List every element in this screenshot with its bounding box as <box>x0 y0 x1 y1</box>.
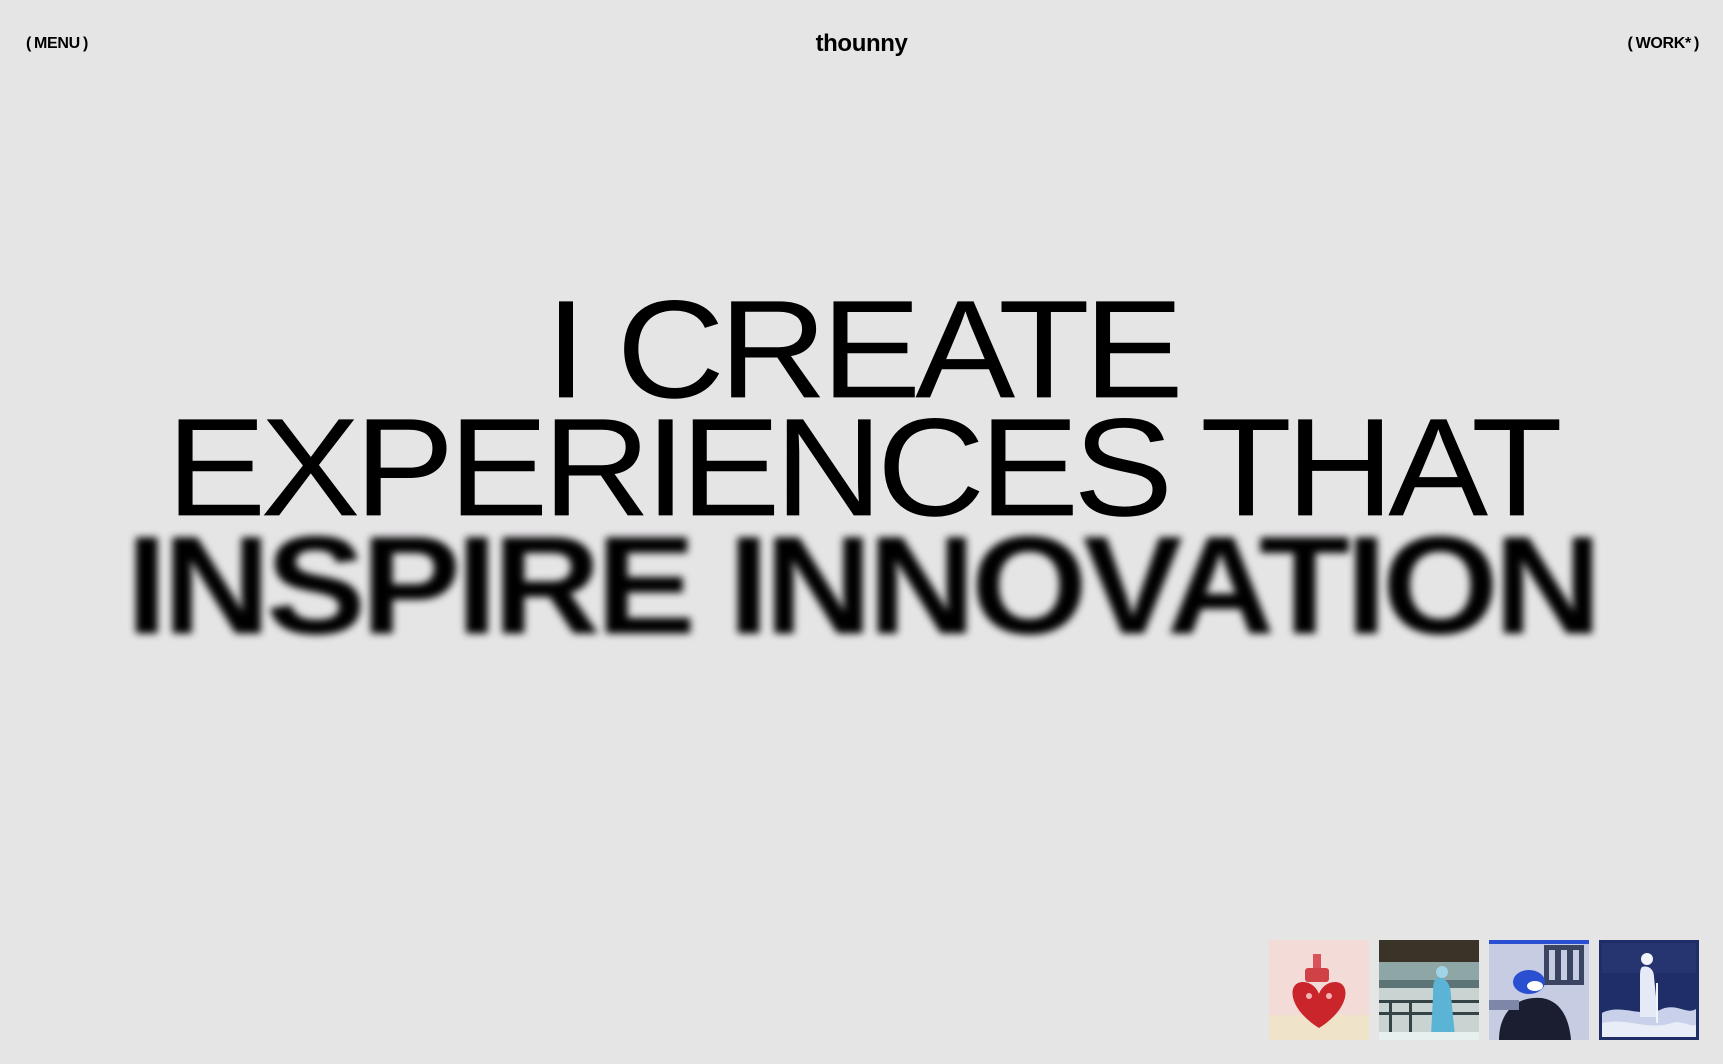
hero-line-2: EXPERIENCES THAT <box>166 388 1562 546</box>
hero-heading: I CREATE EXPERIENCES THAT INSPIRE INNOVA… <box>0 270 1723 664</box>
work-label: WORK* <box>1635 35 1692 52</box>
standing-figure-night-image <box>1602 943 1696 1037</box>
thumbnail-figure-with-blue-helmet[interactable] <box>1489 940 1589 1040</box>
work-close-paren: ) <box>1693 35 1699 52</box>
project-thumbnails <box>1269 940 1699 1040</box>
work-button[interactable]: (WORK*) <box>1627 34 1700 54</box>
figure-with-blue-helmet-image <box>1489 940 1589 1040</box>
hero-line-3: INSPIRE INNOVATION <box>125 506 1602 664</box>
thumbnail-figure-on-railing[interactable] <box>1379 940 1479 1040</box>
hero-line-1: I CREATE <box>545 270 1184 428</box>
thumbnail-red-heart-vase[interactable] <box>1269 940 1369 1040</box>
figure-on-railing-image <box>1379 940 1479 1040</box>
work-open-paren: ( <box>1627 35 1633 52</box>
red-heart-vase-image <box>1269 940 1369 1040</box>
site-logo[interactable]: thounny <box>0 30 1723 58</box>
thumbnail-standing-figure-night[interactable] <box>1599 940 1699 1040</box>
